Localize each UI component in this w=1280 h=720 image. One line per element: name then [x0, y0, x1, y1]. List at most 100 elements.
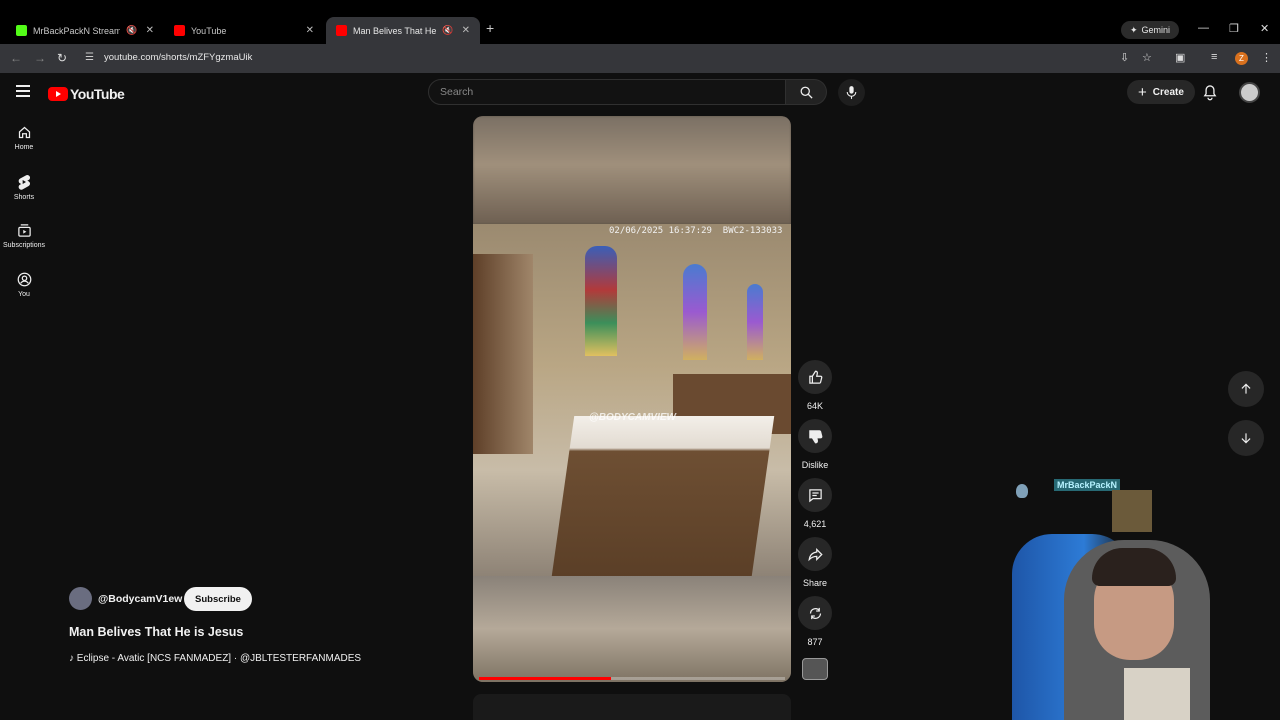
stained-glass-window	[747, 284, 763, 360]
bookmark-star-icon[interactable]: ☆	[1142, 51, 1152, 64]
progress-fill	[479, 677, 611, 680]
video-title[interactable]: Man Belives That He is Jesus	[69, 625, 243, 639]
home-icon	[18, 126, 30, 139]
like-button[interactable]	[798, 360, 832, 394]
account-avatar[interactable]	[1239, 82, 1260, 103]
thumbs-up-icon	[808, 370, 822, 384]
comment-icon	[808, 488, 822, 502]
share-button[interactable]	[798, 537, 832, 571]
browser-menu-icon[interactable]: ⋮	[1261, 51, 1272, 64]
subscribe-button[interactable]: Subscribe	[184, 587, 252, 611]
gemini-label: Gemini	[1141, 25, 1171, 35]
new-tab-button[interactable]: +	[486, 20, 494, 36]
stained-glass-window	[585, 246, 617, 356]
thumbs-down-icon	[808, 429, 822, 443]
arrow-down-icon	[1241, 433, 1251, 444]
tab-kick-stream[interactable]: MrBackPackN Stream - Wa 🔇 ✕	[6, 17, 164, 44]
menu-icon[interactable]	[16, 85, 30, 100]
address-bar[interactable]: ☰ youtube.com/shorts/mZFYgzmaUik	[80, 48, 1140, 69]
video-progress-bar[interactable]	[479, 677, 785, 680]
gemini-button[interactable]: ✦ Gemini	[1121, 21, 1180, 39]
kick-favicon-icon	[16, 25, 27, 36]
tab-youtube[interactable]: YouTube ✕	[164, 17, 324, 44]
search-icon	[800, 86, 813, 99]
create-button[interactable]: + Create	[1127, 80, 1195, 104]
channel-name[interactable]: @BodycamV1ew	[98, 593, 182, 605]
church-doorway	[473, 254, 533, 454]
next-short-preview[interactable]	[473, 694, 791, 720]
extensions-icon[interactable]: ▣	[1175, 51, 1185, 64]
forward-arrow-icon[interactable]: →	[34, 51, 46, 65]
webcam-overlay: MrBackPackN	[1012, 478, 1212, 720]
logo-text: YouTube	[70, 86, 125, 102]
youtube-logo[interactable]: YouTube	[48, 86, 125, 102]
channel-avatar[interactable]	[69, 587, 92, 610]
video-watermark: @BODYCAMVIEW	[589, 412, 676, 423]
notifications-bell-icon[interactable]	[1202, 84, 1218, 101]
sidebar-item-label: You	[18, 291, 30, 298]
sidebar-item-label: Home	[14, 144, 34, 151]
comments-action: 4,621	[798, 478, 832, 529]
tiger-poster	[1112, 490, 1152, 532]
remix-action: 877	[798, 596, 832, 647]
video-blurred-top	[473, 116, 791, 224]
sidebar-item-label: Subscriptions	[2, 242, 46, 249]
microphone-icon	[846, 86, 857, 99]
back-arrow-icon[interactable]: ←	[10, 51, 22, 65]
site-info-icon[interactable]: ☰	[85, 52, 94, 63]
close-tab-icon[interactable]: ✕	[146, 25, 154, 36]
close-window-icon[interactable]: ✕	[1260, 22, 1269, 35]
close-tab-icon[interactable]: ✕	[462, 25, 470, 36]
stained-glass-window	[683, 264, 707, 360]
sound-thumbnail[interactable]	[802, 658, 828, 680]
muted-speaker-icon[interactable]: 🔇	[126, 25, 137, 36]
tab-title: MrBackPackN Stream - Wa	[33, 25, 121, 36]
sidebar-item-subscriptions[interactable]: Subscriptions	[0, 223, 48, 249]
streamer-tag: MrBackPackN	[1054, 479, 1121, 491]
sidebar-item-home[interactable]: Home	[0, 125, 48, 151]
restore-icon[interactable]: ❐	[1229, 22, 1239, 35]
previous-short-button[interactable]	[1228, 371, 1264, 407]
subscriptions-icon	[17, 224, 31, 237]
youtube-play-icon	[48, 87, 68, 101]
bodycam-timestamp: 02/06/2025 16:37:29 BWC2-133033	[609, 226, 782, 236]
close-tab-icon[interactable]: ✕	[306, 25, 314, 36]
streamer-shirt	[1124, 668, 1190, 720]
voice-search-button[interactable]	[838, 79, 865, 106]
youtube-favicon-icon	[174, 25, 185, 36]
tab-shorts-video[interactable]: Man Belives That He is Jesu 🔇 ✕	[326, 17, 480, 44]
overlay-graphic	[1016, 484, 1028, 498]
dislike-label: Dislike	[801, 460, 829, 470]
youtube-favicon-icon	[336, 25, 347, 36]
minimize-icon[interactable]: —	[1198, 22, 1209, 34]
browser-tabstrip: MrBackPackN Stream - Wa 🔇 ✕ YouTube ✕ Ma…	[0, 0, 1280, 44]
tab-title: Man Belives That He is Jesu	[353, 25, 437, 36]
url-text: youtube.com/shorts/mZFYgzmaUik	[104, 52, 253, 63]
comments-button[interactable]	[798, 478, 832, 512]
media-control-icon[interactable]: ≡	[1211, 51, 1217, 63]
arrow-up-icon	[1241, 383, 1251, 394]
dislike-button[interactable]	[798, 419, 832, 453]
altar	[551, 416, 775, 576]
shorts-video-player[interactable]: 02/06/2025 16:37:29 BWC2-133033 @BODYCAM…	[473, 116, 791, 682]
search-button[interactable]	[786, 79, 827, 105]
like-action: 64K	[798, 360, 832, 411]
timestamp-text: 02/06/2025 16:37:29	[609, 226, 712, 236]
next-short-button[interactable]	[1228, 420, 1264, 456]
shorts-icon	[18, 174, 31, 190]
install-app-icon[interactable]: ⇩	[1120, 51, 1129, 64]
like-count: 64K	[806, 401, 823, 411]
plus-icon: +	[1138, 83, 1147, 101]
dislike-action: Dislike	[798, 419, 832, 470]
sound-link[interactable]: ♪ Eclipse - Avatic [NCS FANMADEZ] · @JBL…	[69, 653, 361, 664]
search-input[interactable]	[440, 86, 740, 98]
profile-avatar[interactable]: Z	[1235, 52, 1248, 65]
share-label: Share	[802, 578, 828, 588]
sidebar-item-you[interactable]: You	[0, 272, 48, 298]
sidebar-item-shorts[interactable]: Shorts	[0, 174, 48, 201]
reload-icon[interactable]: ↻	[57, 51, 67, 65]
tab-title: YouTube	[191, 25, 227, 36]
share-action: Share	[798, 537, 832, 588]
remix-button[interactable]	[798, 596, 832, 630]
muted-speaker-icon[interactable]: 🔇	[442, 25, 453, 36]
